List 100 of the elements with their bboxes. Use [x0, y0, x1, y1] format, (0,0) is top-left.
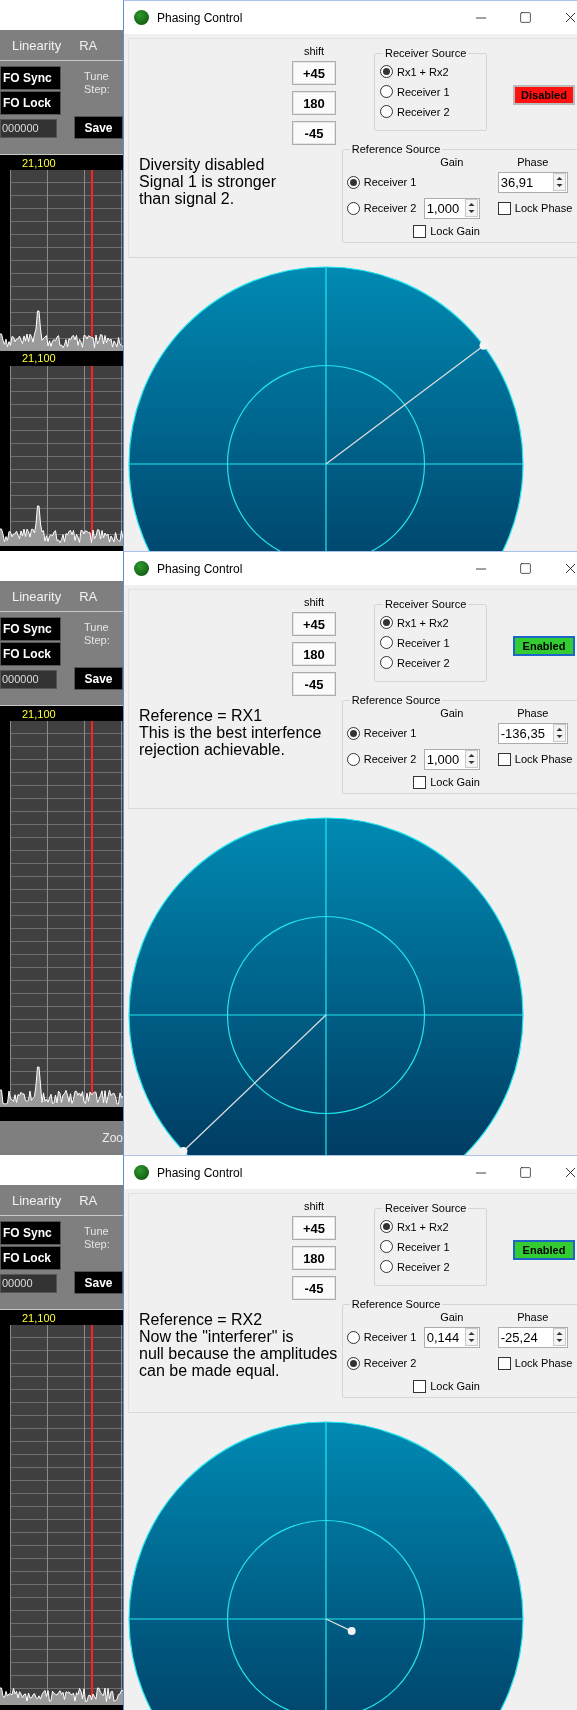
phase-field[interactable]: 36,91	[497, 171, 568, 193]
group-title: Reference Source	[350, 1298, 442, 1310]
phase-label: Phase	[517, 707, 549, 719]
radio-icon[interactable]	[346, 175, 360, 189]
app-icon	[134, 561, 149, 576]
phase-field[interactable]: -136,35	[497, 722, 568, 744]
status-button[interactable]: Enabled	[513, 636, 575, 656]
radio-option[interactable]: Receiver 1	[380, 636, 486, 649]
shift-button[interactable]: -45	[292, 672, 336, 696]
shift-label: shift	[303, 45, 325, 57]
checkbox-icon[interactable]	[413, 1379, 427, 1393]
spinner-icon[interactable]	[552, 724, 566, 742]
gain-field[interactable]: 1,000	[423, 197, 480, 219]
window-title: Phasing Control	[157, 10, 244, 25]
lock-gain-checkbox[interactable]: Lock Gain	[413, 1379, 480, 1393]
shift-button[interactable]: 180	[292, 642, 336, 666]
radio-icon[interactable]	[346, 201, 360, 215]
radio-icon[interactable]	[380, 85, 393, 98]
vfo-button[interactable]: FO Sync	[0, 617, 61, 641]
menu-item[interactable]: RA	[79, 588, 98, 604]
radio-icon[interactable]	[380, 636, 393, 649]
radio-option[interactable]: Receiver 2	[346, 1356, 424, 1370]
note-text: Diversity disabled Signal 1 is stronger than signal 2.	[138, 155, 277, 207]
spinner-icon[interactable]	[464, 1328, 478, 1346]
radio-icon[interactable]	[380, 1240, 393, 1253]
spinner-icon[interactable]	[552, 173, 566, 191]
save-button[interactable]: Save	[74, 116, 123, 139]
radio-icon[interactable]	[380, 1260, 393, 1273]
radio-icon[interactable]	[346, 726, 360, 740]
lock-gain-checkbox[interactable]: Lock Gain	[413, 224, 480, 238]
shift-button[interactable]: +45	[292, 61, 336, 85]
menu-item[interactable]: Linearity	[12, 1192, 62, 1208]
gain-field[interactable]: 1,000	[423, 748, 480, 770]
maximize-icon[interactable]	[519, 1166, 532, 1179]
lock-gain-checkbox[interactable]: Lock Gain	[413, 775, 480, 789]
vfo-button[interactable]: FO Lock	[0, 91, 61, 115]
frequency-field[interactable]: 000000	[0, 670, 57, 689]
radio-icon[interactable]	[380, 105, 393, 118]
radio-option[interactable]: Receiver 1	[346, 175, 424, 189]
radio-icon[interactable]	[380, 65, 393, 78]
frequency-field[interactable]: 000000	[0, 119, 57, 138]
shift-button[interactable]: 180	[292, 91, 336, 115]
frequency-label: 21,100	[22, 352, 56, 364]
save-button[interactable]: Save	[74, 1271, 123, 1294]
checkbox-icon[interactable]	[413, 224, 427, 238]
shift-button[interactable]: 180	[292, 1246, 336, 1270]
shift-button[interactable]: +45	[292, 1216, 336, 1240]
radio-option[interactable]: Rx1 + Rx2	[380, 65, 486, 78]
maximize-icon[interactable]	[519, 11, 532, 24]
vfo-button[interactable]: FO Sync	[0, 1221, 61, 1245]
frequency-field[interactable]: 00000	[0, 1274, 57, 1293]
checkbox-icon[interactable]	[413, 775, 427, 789]
spinner-icon[interactable]	[464, 750, 478, 768]
shift-label: shift	[303, 596, 325, 608]
frequency-label: 21,100	[22, 707, 56, 720]
radio-icon[interactable]	[346, 1356, 360, 1370]
shift-button[interactable]: +45	[292, 612, 336, 636]
radio-option[interactable]: Receiver 1	[346, 726, 424, 740]
checkbox-icon[interactable]	[497, 752, 511, 766]
radio-icon[interactable]	[380, 1220, 393, 1233]
frequency-label: 21,100	[22, 156, 56, 169]
radio-option[interactable]: Receiver 2	[346, 752, 424, 766]
radio-icon[interactable]	[380, 656, 393, 669]
menu-item[interactable]: RA	[79, 37, 98, 53]
vfo-button[interactable]: FO Lock	[0, 642, 61, 666]
save-button[interactable]: Save	[74, 667, 123, 690]
radio-option[interactable]: Receiver 1	[380, 1240, 486, 1253]
status-button[interactable]: Enabled	[513, 1240, 575, 1260]
note-text: Reference = RX1 This is the best interfence rejection achievable.	[138, 706, 323, 758]
radio-icon[interactable]	[346, 1330, 360, 1344]
gain-label: Gain	[440, 707, 464, 719]
shift-button[interactable]: -45	[292, 121, 336, 145]
status-button[interactable]: Disabled	[513, 85, 575, 105]
phase-field[interactable]: -25,24	[497, 1326, 568, 1348]
menu-item[interactable]: Linearity	[12, 588, 62, 604]
vfo-button[interactable]: FO Lock	[0, 1246, 61, 1270]
menu-item[interactable]: RA	[79, 1192, 98, 1208]
app-icon	[134, 1165, 149, 1180]
radio-option[interactable]: Receiver 1	[380, 85, 486, 98]
radio-option[interactable]: Receiver 1	[346, 1330, 424, 1344]
radio-option[interactable]: Receiver 2	[346, 201, 424, 215]
vfo-button[interactable]: FO Sync	[0, 66, 61, 90]
radio-option[interactable]: Rx1 + Rx2	[380, 616, 486, 629]
menu-item[interactable]: Linearity	[12, 37, 62, 53]
tune-step-label: Tune Step:	[84, 1225, 111, 1252]
window-title: Phasing Control	[157, 561, 244, 576]
checkbox-icon[interactable]	[497, 1356, 511, 1370]
spinner-icon[interactable]	[464, 199, 478, 217]
radio-icon[interactable]	[380, 616, 393, 629]
checkbox-icon[interactable]	[497, 201, 511, 215]
shift-label: shift	[303, 1200, 325, 1212]
radio-option[interactable]: Receiver 2	[380, 105, 486, 118]
radio-option[interactable]: Rx1 + Rx2	[380, 1220, 486, 1233]
radio-icon[interactable]	[346, 752, 360, 766]
gain-field[interactable]: 0,144	[423, 1326, 480, 1348]
shift-button[interactable]: -45	[292, 1276, 336, 1300]
spinner-icon[interactable]	[552, 1328, 566, 1346]
radio-option[interactable]: Receiver 2	[380, 656, 486, 669]
maximize-icon[interactable]	[519, 562, 532, 575]
radio-option[interactable]: Receiver 2	[380, 1260, 486, 1273]
